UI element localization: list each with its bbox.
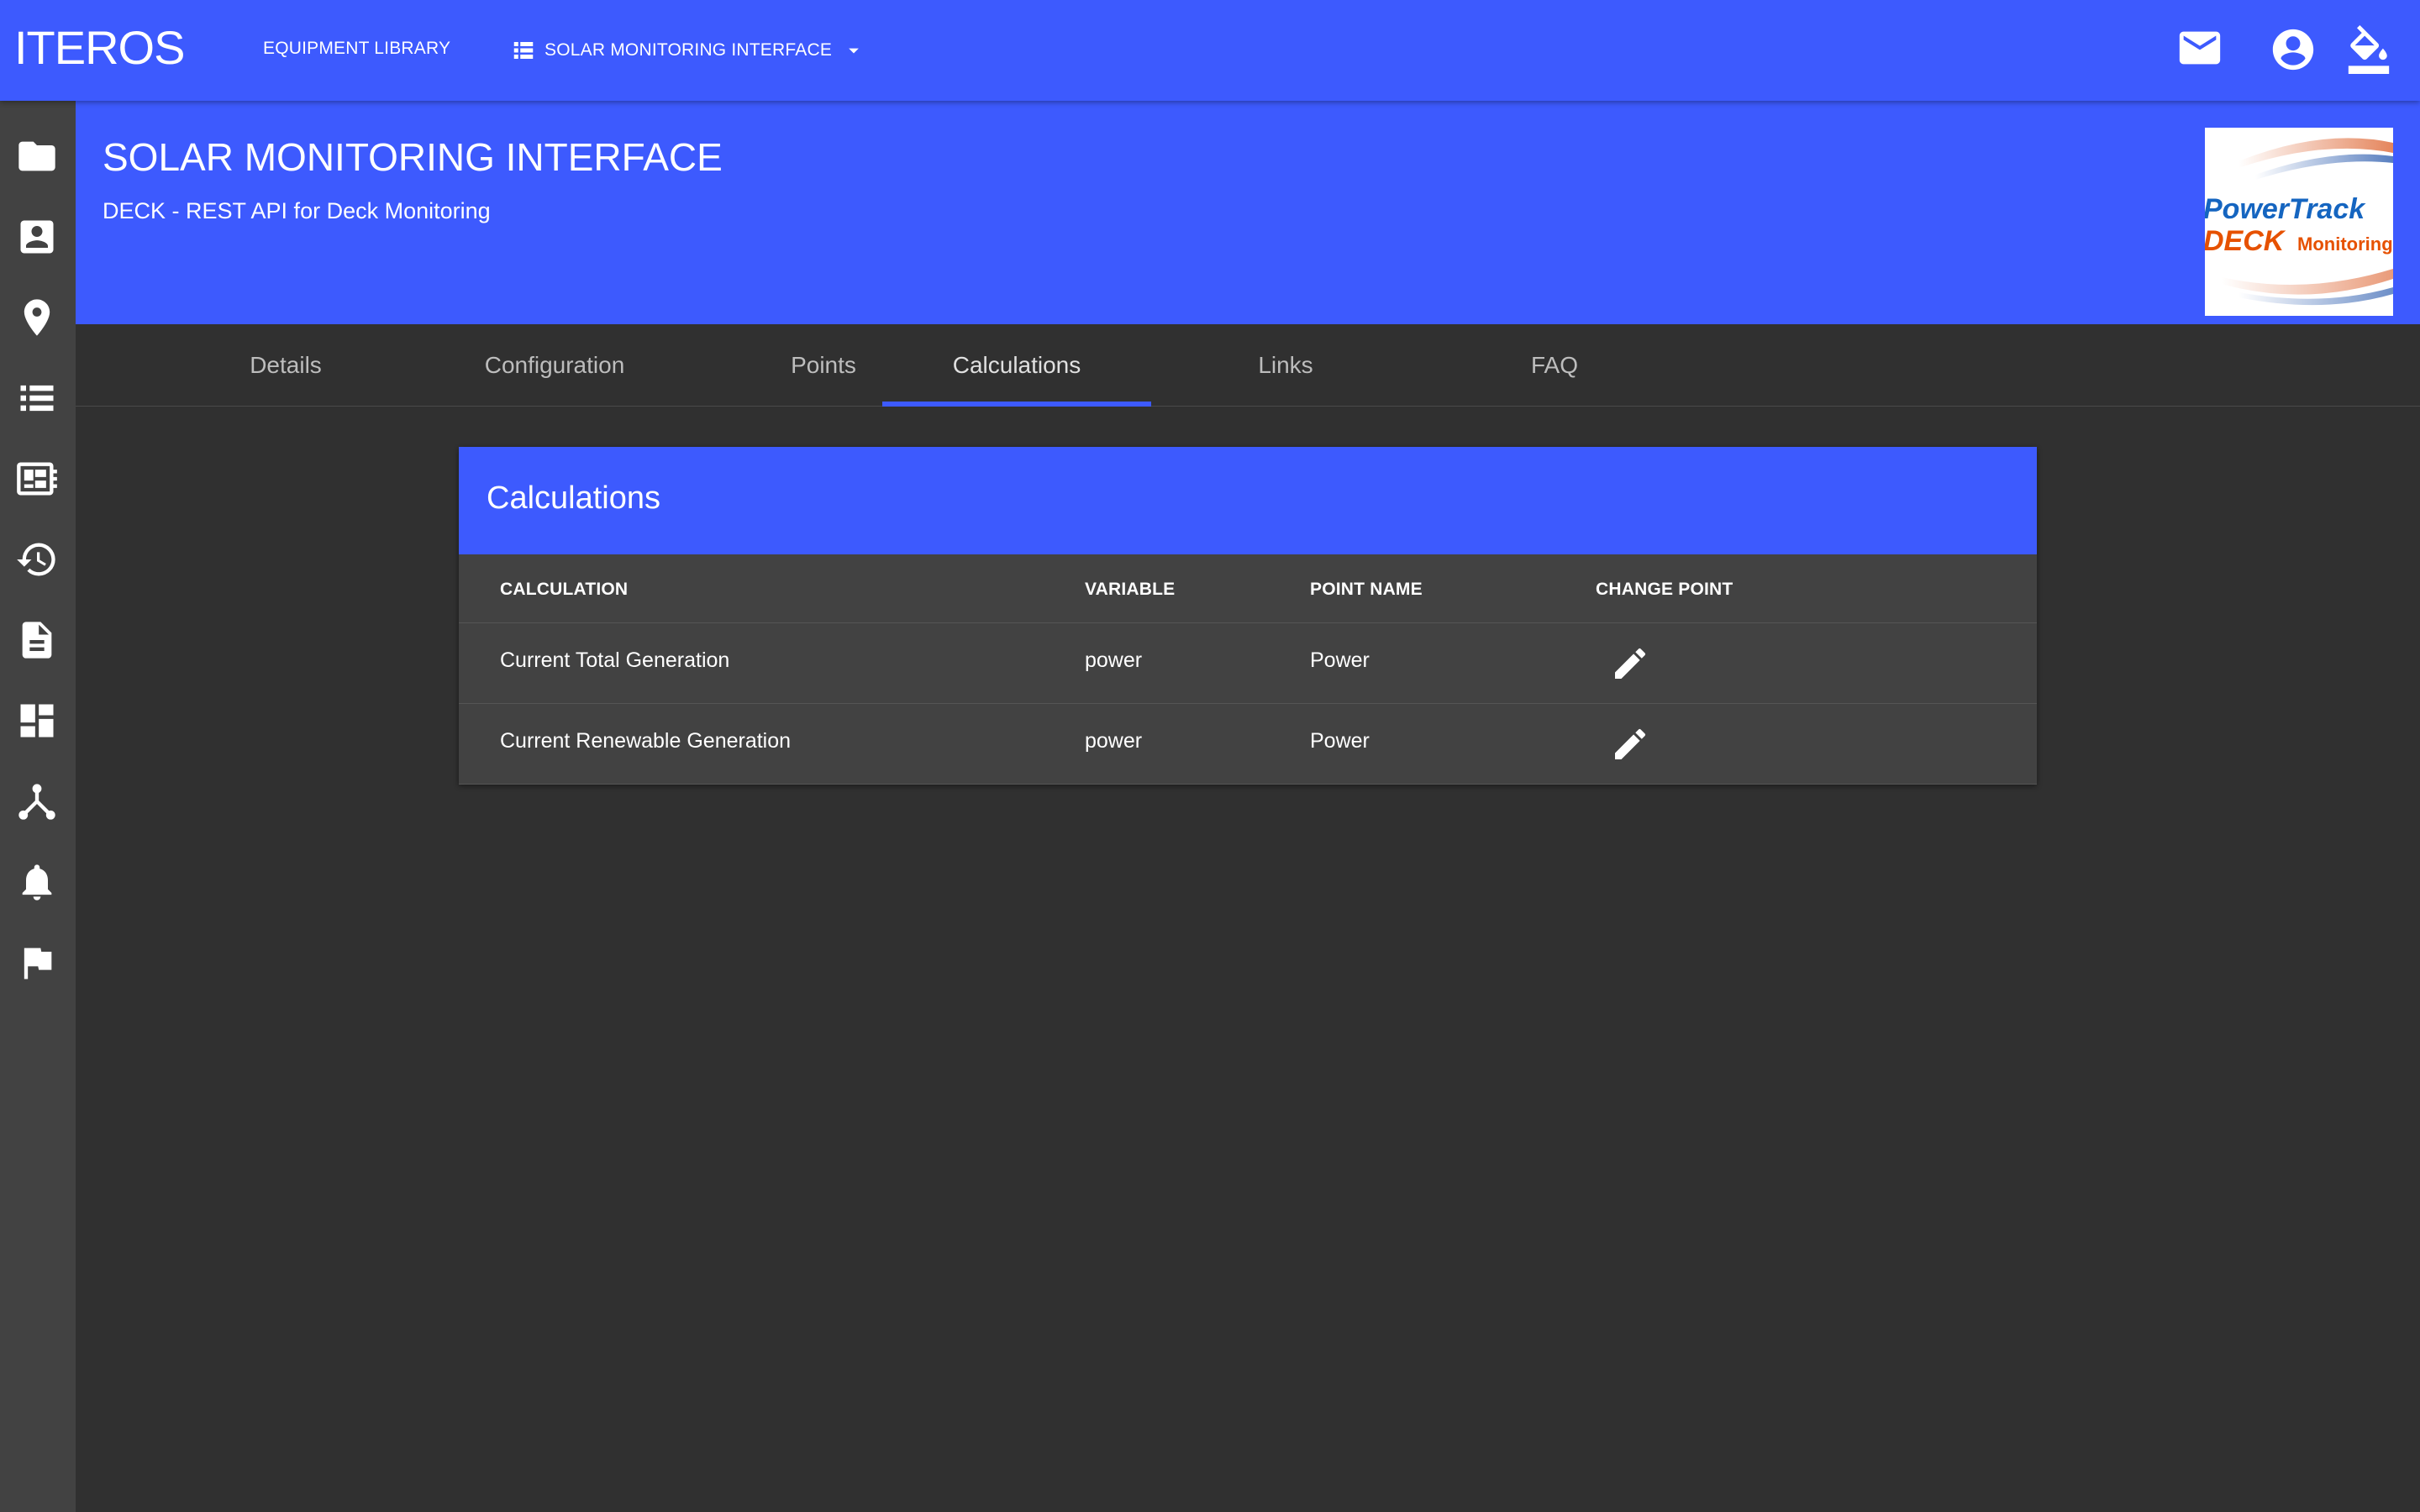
logo-text-powertrack: PowerTrack: [2205, 193, 2366, 225]
list-icon: [513, 42, 534, 59]
bell-icon: [22, 864, 52, 900]
sidebar-item-folder[interactable]: [15, 134, 59, 178]
sidebar-item-history[interactable]: [15, 538, 59, 581]
pencil-icon: [1615, 648, 1646, 679]
cell-variable: power: [1085, 729, 1143, 753]
nav-solar-interface-label: SOLAR MONITORING INTERFACE: [544, 40, 833, 60]
contact-card-icon: [20, 220, 54, 254]
mail-icon[interactable]: [2175, 24, 2224, 72]
account-circle-icon[interactable]: [2269, 25, 2317, 74]
dashboard-card-icon: [17, 462, 57, 496]
sidebar-item-dashboard[interactable]: [15, 699, 59, 743]
column-header-point-name: POINT NAME: [1310, 580, 1423, 599]
cell-calculation: Current Renewable Generation: [500, 729, 792, 753]
card-title: Calculations: [487, 480, 660, 516]
nav-equipment-library[interactable]: EQUIPMENT LIBRARY: [263, 39, 450, 59]
location-pin-icon: [24, 299, 50, 336]
sidebar-item-reports[interactable]: [15, 457, 59, 501]
card-header: Calculations: [459, 447, 2037, 554]
sidebar-item-locations[interactable]: [15, 296, 59, 339]
tab-links[interactable]: Links: [1151, 324, 1420, 407]
app-bar: ITEROS EQUIPMENT LIBRARY SOLAR MONITORIN…: [0, 0, 2420, 101]
active-tab-indicator: [882, 402, 1151, 407]
tab-faq[interactable]: FAQ: [1420, 324, 1689, 407]
history-icon: [17, 543, 55, 576]
column-header-change-point: CHANGE POINT: [1596, 580, 1733, 599]
document-icon: [22, 622, 52, 659]
edit-point-button[interactable]: [1610, 643, 1650, 684]
page-title: SOLAR MONITORING INTERFACE: [103, 135, 723, 179]
page-header: SOLAR MONITORING INTERFACE DECK - REST A…: [76, 101, 2420, 324]
sidebar-item-flags[interactable]: [15, 941, 59, 984]
sidebar-item-documents[interactable]: [15, 618, 59, 662]
sidebar: [0, 101, 76, 1512]
page-subtitle: DECK - REST API for Deck Monitoring: [103, 198, 491, 223]
column-header-variable: VARIABLE: [1085, 580, 1176, 599]
logo-text-monitoring: Monitoring: [2297, 234, 2393, 255]
paint-bucket-icon[interactable]: [2344, 25, 2393, 74]
cell-point-name: Power: [1310, 729, 1370, 753]
table-header-row: CALCULATION VARIABLE POINT NAME CHANGE P…: [459, 554, 2037, 623]
flag-icon: [24, 948, 52, 979]
network-icon: [18, 784, 55, 820]
dashboard-grid-icon: [20, 704, 54, 738]
edit-point-button[interactable]: [1610, 724, 1650, 764]
equipment-logo: PowerTrack DECK Monitoring: [2205, 128, 2393, 316]
sidebar-item-alerts[interactable]: [15, 860, 59, 904]
table-row: Current Total Generation power Power: [459, 623, 2037, 704]
tab-calculations[interactable]: Calculations: [882, 324, 1151, 407]
nav-solar-interface-dropdown[interactable]: SOLAR MONITORING INTERFACE: [511, 34, 865, 67]
cell-point-name: Power: [1310, 648, 1370, 672]
table-row: Current Renewable Generation power Power: [459, 704, 2037, 785]
folder-icon: [18, 141, 55, 171]
cell-calculation: Current Total Generation: [500, 648, 730, 672]
chevron-down-icon: [849, 48, 859, 54]
brand-logo[interactable]: ITEROS: [14, 20, 185, 75]
cell-variable: power: [1085, 648, 1143, 672]
calculations-card: Calculations CALCULATION VARIABLE POINT …: [459, 447, 2037, 785]
pencil-icon: [1615, 728, 1646, 759]
tab-details[interactable]: Details: [143, 324, 429, 407]
sidebar-item-contacts[interactable]: [15, 215, 59, 259]
tab-configuration[interactable]: Configuration: [412, 324, 697, 407]
list-icon: [20, 385, 54, 412]
sidebar-item-network[interactable]: [15, 780, 59, 823]
powertrack-logo-image: PowerTrack DECK Monitoring: [2205, 128, 2393, 316]
logo-text-deck: DECK: [2205, 225, 2286, 257]
sidebar-item-list[interactable]: [15, 376, 59, 420]
column-header-calculation: CALCULATION: [500, 580, 629, 599]
tab-bar: Details Configuration Points Calculation…: [76, 324, 2420, 407]
